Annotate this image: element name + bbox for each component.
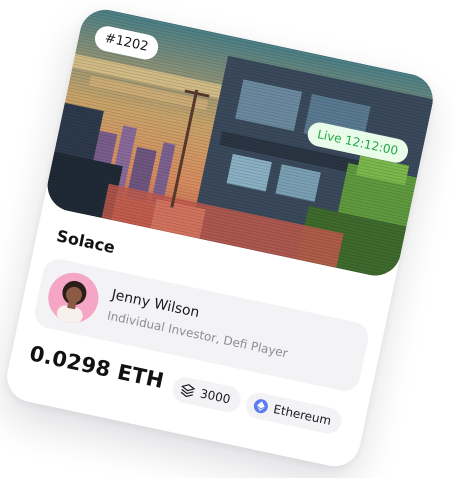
stage: #1202 Live 12:12:00 Solace Jenny Wilson …	[0, 0, 455, 478]
edition-count: 3000	[198, 386, 232, 407]
user-avatar[interactable]	[43, 268, 104, 328]
stack-layers-icon	[180, 384, 196, 398]
network-name: Ethereum	[272, 402, 333, 428]
edition-chip[interactable]: 3000	[170, 374, 243, 415]
network-chip[interactable]: Ethereum	[243, 390, 344, 436]
avatar-portrait	[43, 268, 104, 328]
nft-title: Solace	[54, 226, 117, 258]
nft-card[interactable]: #1202 Live 12:12:00 Solace Jenny Wilson …	[2, 4, 438, 472]
ethereum-icon	[252, 397, 270, 415]
